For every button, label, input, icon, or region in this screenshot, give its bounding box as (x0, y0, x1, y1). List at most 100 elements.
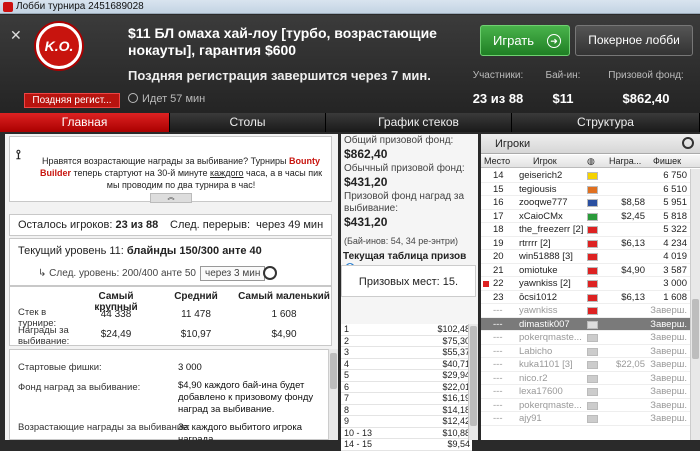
player-name: zooqwe777 (519, 197, 568, 208)
prize-pool-stat: Призовой фонд: $862,40 (608, 70, 684, 106)
payout-row: 8 $14,18 (341, 404, 472, 416)
close-icon[interactable]: ✕ (10, 27, 22, 44)
player-name: tegiousis (519, 183, 557, 195)
payout-amount: $10,88 (442, 427, 470, 438)
player-row[interactable]: 18 the_freezerr [2] 5 322 (481, 223, 690, 237)
players-list: 14 geiserich2 6 750 15 tegiousis 6 510 16 zooqw… (481, 169, 690, 426)
payout-row: 2 $75,30 (341, 335, 472, 347)
player-bounty: $2,45 (621, 210, 645, 222)
clock-icon (128, 93, 138, 103)
payout-row: 9 $12,42 (341, 416, 472, 428)
country-flag-icon (587, 347, 598, 356)
payout-row: 5 $29,94 (341, 370, 472, 382)
tournament-logo: ✕ K.O. Поздняя регист... (6, 19, 120, 109)
player-row[interactable]: 22 yawnkiss [2] 3 000 (481, 277, 690, 291)
player-row[interactable]: 21 omiotuke $4,90 3 587 (481, 263, 690, 277)
player-name: rtrrrr [2] (519, 237, 551, 249)
player-name: win51888 [3] (519, 251, 573, 262)
player-row[interactable]: 19 rtrrrr [2] $6,13 4 234 (481, 236, 690, 250)
player-chips: 1 608 (663, 291, 687, 303)
player-chips: Заверш. (650, 345, 687, 357)
player-row[interactable]: 16 zooqwe777 $8,58 5 951 (481, 196, 690, 210)
late-registration-button[interactable]: Поздняя регист... (24, 93, 120, 108)
player-chips: 4 019 (663, 251, 687, 262)
collapse-button[interactable]: ︽ (150, 193, 192, 203)
country-flag-icon (587, 212, 598, 221)
status-marker-icon (483, 281, 489, 287)
player-chips: Заверш. (650, 372, 687, 384)
tab-stack-chart[interactable]: График стеков (326, 113, 512, 132)
country-flag-icon (587, 293, 598, 302)
payout-place: 7 (344, 393, 350, 403)
payout-place: 8 (344, 404, 350, 415)
player-row[interactable]: 23 ōcsi1012 $6,13 1 608 (481, 290, 690, 304)
prize-places: Призовых мест: 15. (341, 265, 476, 297)
country-flag-icon (587, 401, 598, 410)
search-icon[interactable] (682, 137, 694, 149)
player-place: 21 (493, 264, 504, 276)
country-flag-icon (587, 374, 598, 383)
player-row[interactable]: 14 geiserich2 6 750 (481, 169, 690, 183)
player-place: --- (493, 413, 503, 424)
country-flag-icon (587, 280, 598, 288)
payout-amount: $55,37 (442, 347, 470, 357)
player-place: 20 (493, 251, 504, 262)
player-row[interactable]: --- yawnkiss Заверш. (481, 304, 690, 318)
players-scrollbar[interactable] (690, 169, 700, 440)
elapsed-time: Идет 57 мин (128, 93, 205, 105)
player-chips: Заверш. (650, 386, 687, 397)
payout-place: 3 (344, 347, 350, 357)
country-flag-icon (587, 226, 598, 234)
level-info: Текущий уровень 11: блайнды 150/300 анте… (9, 238, 332, 286)
player-row[interactable]: --- dimastik007 Заверш. (481, 317, 690, 331)
buyin-stat: Бай-ин: $11 (545, 70, 581, 106)
col-bounty[interactable]: Награ... (609, 155, 641, 168)
tab-structure[interactable]: Структура (512, 113, 700, 132)
player-place: --- (493, 305, 503, 316)
payout-row: 7 $16,19 (341, 393, 472, 405)
app-icon (3, 2, 13, 12)
player-row[interactable]: 20 win51888 [3] 4 019 (481, 250, 690, 264)
player-bounty: $8,58 (621, 197, 645, 208)
col-player[interactable]: Игрок (533, 155, 557, 168)
player-row[interactable]: --- ajy91 Заверш. (481, 412, 690, 426)
player-row[interactable]: --- pokerqmaste... Заверш. (481, 398, 690, 412)
col-place[interactable]: Место (484, 155, 510, 168)
tab-tables[interactable]: Столы (170, 113, 326, 132)
prize-panel: Общий призовой фонд: $862,40 Обычный при… (341, 134, 478, 451)
lobby-tabs: Главная Столы График стеков Структура (0, 113, 700, 132)
payout-scrollbar[interactable] (468, 324, 478, 440)
col-chips[interactable]: Фишек (653, 155, 681, 168)
tab-main[interactable]: Главная (0, 113, 170, 132)
country-flag-icon (587, 307, 598, 315)
player-chips: Заверш. (650, 399, 687, 411)
poker-lobby-button[interactable]: Покерное лобби (575, 25, 693, 56)
player-row[interactable]: --- pokerqmaste... Заверш. (481, 331, 690, 345)
players-panel: Игроки Место Игрок ◍ Награ... Фишек 14 ge… (481, 134, 700, 440)
player-row[interactable]: --- nico.r2 Заверш. (481, 371, 690, 385)
payout-amount: $102,48 (437, 324, 470, 334)
player-name: dimastik007 (519, 318, 570, 330)
play-arrow-icon: ➜ (547, 34, 561, 48)
payout-place: 4 (344, 358, 350, 369)
player-chips: 6 750 (663, 170, 687, 181)
play-button[interactable]: Играть ➜ (480, 25, 570, 56)
player-place: 23 (493, 291, 504, 303)
globe-icon[interactable]: ◍ (587, 155, 595, 168)
player-name: Labicho (519, 345, 553, 357)
player-place: --- (493, 372, 503, 384)
player-row[interactable]: 17 xCaioCMx $2,45 5 818 (481, 209, 690, 223)
player-row[interactable]: --- lexa17600 Заверш. (481, 385, 690, 399)
player-row[interactable]: 15 tegiousis 6 510 (481, 182, 690, 196)
player-row[interactable]: --- Labicho Заверш. (481, 344, 690, 358)
player-chips: Заверш. (650, 413, 687, 424)
participants-stat: Участники: 23 из 88 (472, 70, 524, 106)
country-flag-icon (587, 388, 598, 396)
player-row[interactable]: --- kuka1101 [3] $22,05 Заверш. (481, 358, 690, 372)
country-flag-icon (587, 334, 598, 342)
payout-place: 9 (344, 416, 350, 426)
details-scrollbar[interactable] (328, 349, 338, 440)
country-flag-icon (587, 415, 598, 423)
player-name: omiotuke (519, 264, 558, 276)
tournament-title: $11 БЛ омаха хай-лоу [турбо, возрастающи… (128, 25, 437, 58)
